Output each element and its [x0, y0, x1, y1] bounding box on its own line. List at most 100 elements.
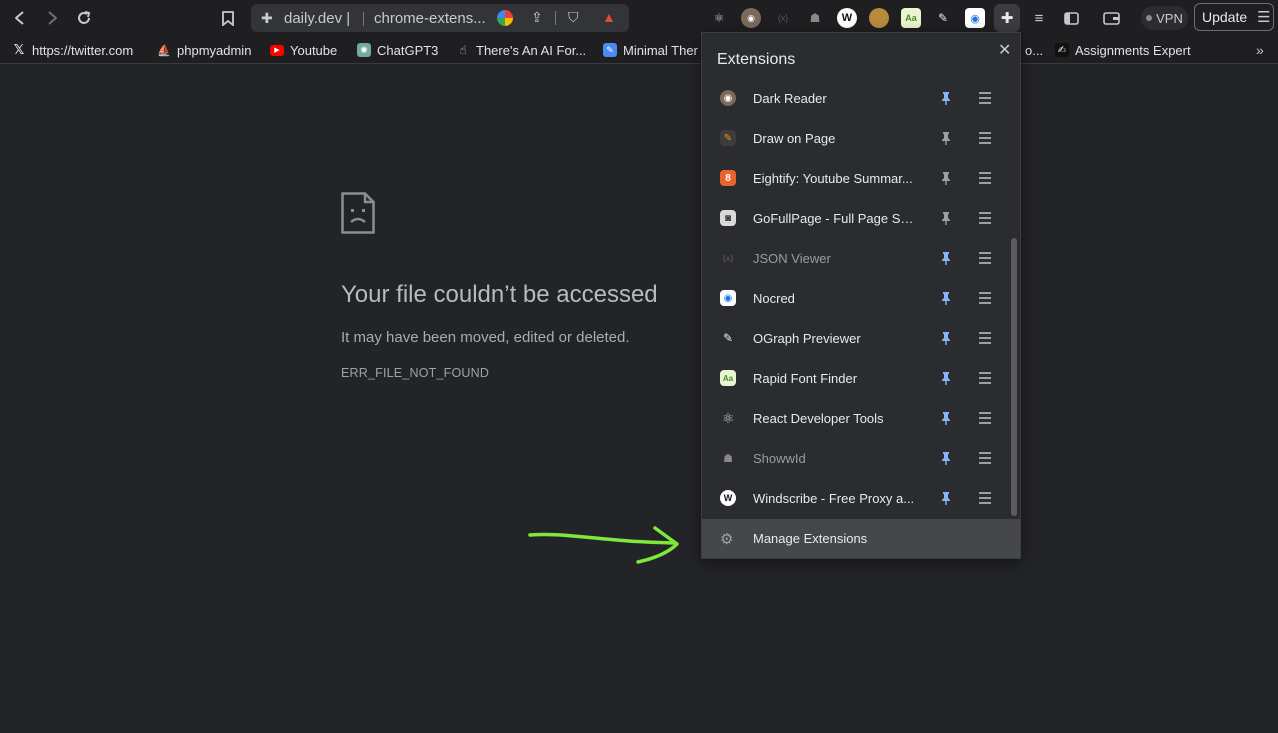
bookmark-truncated[interactable]: o...	[1025, 41, 1043, 59]
pin-icon[interactable]	[938, 370, 954, 386]
bookmark-label: phpmyadmin	[177, 42, 252, 58]
ograph-icon[interactable]: ✎	[933, 8, 953, 28]
vpn-button[interactable]: VPN	[1141, 6, 1188, 30]
extension-row[interactable]: ✎ OGraph Previewer	[702, 318, 1022, 358]
bookmark-label: There's An AI For...	[476, 42, 587, 58]
showwid-icon[interactable]: ☗	[805, 8, 825, 28]
draw-on-page-icon: ✎	[720, 130, 736, 146]
cookie-icon[interactable]	[869, 8, 889, 28]
brave-shield-icon[interactable]: ⛉	[568, 9, 579, 26]
more-icon[interactable]	[979, 371, 991, 385]
more-icon[interactable]	[979, 291, 991, 305]
more-icon[interactable]	[979, 211, 991, 225]
ograph-icon: ✎	[722, 331, 734, 345]
tab-title-2[interactable]: chrome-extens...	[374, 10, 486, 27]
minimal-icon: ✎	[603, 43, 617, 57]
bookmark-label: ChatGPT3	[377, 42, 439, 58]
extension-row[interactable]: {x} JSON Viewer	[702, 238, 1022, 278]
brave-rewards-icon[interactable]: ▲	[602, 9, 616, 25]
browser-toolbar: ✚ daily.dev | chrome-extens... ⇪ ⛉ ▲ ⚛ ◉…	[0, 0, 1278, 36]
update-label: Update	[1202, 9, 1248, 25]
update-button[interactable]: Update ☰	[1194, 3, 1274, 31]
error-code: ERR_FILE_NOT_FOUND	[341, 366, 490, 380]
bookmark-ai-for[interactable]: ☝ There's An AI For...	[456, 41, 586, 59]
popup-scrollbar[interactable]	[1011, 238, 1017, 516]
assignments-icon: ✍	[1055, 43, 1069, 57]
bookmark-chatgpt[interactable]: ✺ ChatGPT3	[357, 41, 438, 59]
rapid-font-icon[interactable]: Aa	[901, 8, 921, 28]
extension-name: Windscribe - Free Proxy a...	[753, 490, 915, 506]
bookmark-label: https://twitter.com	[32, 42, 134, 58]
react-icon[interactable]: ⚛	[709, 8, 729, 28]
bookmark-minimal[interactable]: ✎ Minimal Ther	[603, 41, 698, 59]
extension-name: Dark Reader	[753, 90, 827, 106]
more-icon[interactable]	[979, 331, 991, 345]
puzzle-icon: ✚	[261, 10, 273, 26]
address-bar[interactable]: ✚ daily.dev | chrome-extens... ⇪ ⛉ ▲	[251, 4, 629, 32]
chatgpt-icon: ✺	[357, 43, 371, 57]
pin-icon[interactable]	[938, 250, 954, 266]
bookmark-phpmyadmin[interactable]: ⛵ phpmyadmin	[157, 41, 251, 59]
more-icon[interactable]	[979, 131, 991, 145]
nocred-icon[interactable]: ◉	[965, 8, 985, 28]
pin-icon[interactable]	[938, 170, 954, 186]
more-icon[interactable]	[979, 411, 991, 425]
pin-icon[interactable]	[938, 490, 954, 506]
youtube-icon: ▶	[270, 44, 284, 56]
pin-icon[interactable]	[938, 330, 954, 346]
playlist-icon[interactable]: ≡	[1029, 8, 1049, 28]
windscribe-icon: W	[720, 490, 736, 506]
close-icon[interactable]: ✕	[998, 40, 1011, 60]
pin-icon[interactable]	[938, 290, 954, 306]
extension-name: Draw on Page	[753, 130, 836, 146]
json-viewer-icon: {x}	[722, 253, 734, 263]
extension-row[interactable]: W Windscribe - Free Proxy a...	[702, 478, 1022, 518]
extension-name: React Developer Tools	[753, 410, 884, 426]
more-bookmarks-icon[interactable]: »	[1256, 41, 1264, 59]
windscribe-icon[interactable]: W	[837, 8, 857, 28]
extension-name: GoFullPage - Full Page Scr...	[753, 210, 916, 226]
bookmark-assignments[interactable]: ✍ Assignments Expert	[1055, 41, 1191, 59]
more-icon[interactable]	[979, 451, 991, 465]
pin-icon[interactable]	[938, 90, 954, 106]
share-icon[interactable]: ⇪	[531, 9, 543, 26]
more-icon[interactable]	[979, 171, 991, 185]
dark-reader-icon[interactable]: ◉	[741, 8, 761, 28]
more-icon[interactable]	[979, 91, 991, 105]
error-subtitle: It may have been moved, edited or delete…	[341, 329, 630, 346]
annotation-arrow-icon	[528, 526, 679, 564]
extension-name: Rapid Font Finder	[753, 370, 858, 386]
bookmark-youtube[interactable]: ▶ Youtube	[270, 41, 337, 59]
extension-row[interactable]: Aa Rapid Font Finder	[702, 358, 1022, 398]
json-viewer-icon[interactable]: {x}	[773, 8, 793, 28]
more-icon[interactable]	[979, 251, 991, 265]
google-icon[interactable]	[497, 10, 513, 26]
tab-title-1[interactable]: daily.dev |	[284, 10, 350, 27]
pin-icon[interactable]	[938, 450, 954, 466]
back-icon[interactable]	[10, 8, 30, 28]
bookmark-twitter[interactable]: 𝕏 https://twitter.com	[12, 41, 133, 59]
reload-icon[interactable]	[74, 8, 94, 28]
sidebar-icon[interactable]	[1061, 8, 1081, 28]
manage-extensions-button[interactable]: ⚙ Manage Extensions	[702, 519, 1020, 558]
extension-row[interactable]: ◉ Nocred	[702, 278, 1022, 318]
extension-row[interactable]: ☗ ShowwId	[702, 438, 1022, 478]
wallet-icon[interactable]	[1101, 8, 1121, 28]
extension-name: OGraph Previewer	[753, 330, 861, 346]
gear-icon: ⚙	[720, 530, 734, 548]
extensions-puzzle-icon[interactable]: ✚	[994, 4, 1020, 32]
extension-row[interactable]: ✎ Draw on Page	[702, 118, 1022, 158]
extension-row[interactable]: 8 Eightify: Youtube Summar...	[702, 158, 1022, 198]
vpn-label: VPN	[1156, 10, 1183, 26]
extension-row[interactable]: ⚛ React Developer Tools	[702, 398, 1022, 438]
phpmyadmin-icon: ⛵	[157, 44, 171, 57]
pin-icon[interactable]	[938, 130, 954, 146]
pin-icon[interactable]	[938, 210, 954, 226]
bookmark-icon[interactable]	[218, 8, 238, 28]
forward-icon[interactable]	[42, 8, 62, 28]
extension-row[interactable]: ◉ Dark Reader	[702, 78, 1022, 118]
more-icon[interactable]	[979, 491, 991, 505]
separator	[363, 12, 364, 26]
pin-icon[interactable]	[938, 410, 954, 426]
extension-row[interactable]: ◙ GoFullPage - Full Page Scr...	[702, 198, 1022, 238]
